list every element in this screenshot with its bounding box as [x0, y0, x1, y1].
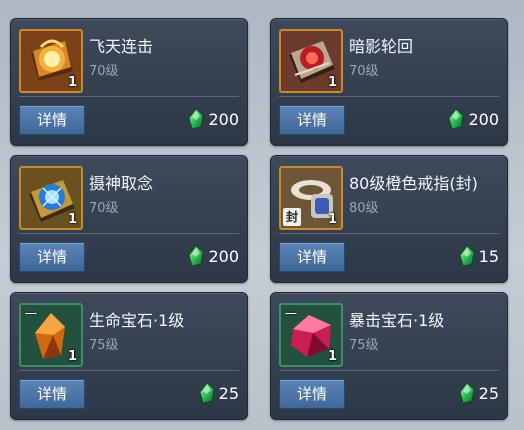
tier-mark: 一	[285, 307, 298, 321]
price-value: 200	[208, 246, 239, 266]
item-level: 75级	[349, 338, 379, 353]
divider	[19, 96, 239, 97]
green-gem-currency-icon	[448, 108, 464, 130]
shop-item-card[interactable]: 1 摄神取念 70级 详情 200	[10, 155, 248, 283]
bound-tag: 封	[283, 208, 301, 226]
item-quantity: 1	[327, 212, 337, 227]
item-level: 70级	[349, 64, 379, 79]
item-name: 摄神取念	[89, 174, 154, 193]
price-value: 25	[478, 383, 499, 403]
item-thumbnail[interactable]: 1	[19, 29, 83, 93]
price-value: 200	[208, 109, 239, 129]
price-value: 25	[218, 383, 239, 403]
green-gem-currency-icon	[199, 382, 215, 404]
price: 25	[198, 381, 239, 405]
divider	[279, 96, 499, 97]
item-level: 80级	[349, 201, 379, 216]
divider	[279, 370, 499, 371]
details-button[interactable]: 详情	[279, 105, 345, 135]
price-value: 15	[478, 246, 499, 266]
details-button[interactable]: 详情	[19, 379, 85, 409]
item-level: 75级	[89, 338, 119, 353]
item-name: 飞天连击	[89, 37, 154, 56]
item-level: 70级	[89, 201, 119, 216]
shop-item-card[interactable]: 一 1 暴击宝石·1级 75级 详情 25	[270, 292, 508, 420]
item-thumbnail[interactable]: 1	[279, 29, 343, 93]
item-quantity: 1	[67, 349, 77, 364]
item-name: 暴击宝石·1级	[349, 311, 445, 330]
green-gem-currency-icon	[459, 245, 475, 267]
price: 15	[458, 244, 499, 268]
shop-item-card[interactable]: 1 暗影轮回 70级 详情 200	[270, 18, 508, 146]
details-button[interactable]: 详情	[19, 105, 85, 135]
divider	[19, 370, 239, 371]
details-button[interactable]: 详情	[279, 242, 345, 272]
item-name: 生命宝石·1级	[89, 311, 185, 330]
tier-mark: 一	[25, 307, 38, 321]
green-gem-currency-icon	[459, 382, 475, 404]
item-name: 80级橙色戒指(封)	[349, 174, 478, 193]
divider	[19, 233, 239, 234]
details-button[interactable]: 详情	[19, 242, 85, 272]
item-thumbnail[interactable]: 1	[19, 166, 83, 230]
item-quantity: 1	[327, 75, 337, 90]
price-value: 200	[468, 109, 499, 129]
green-gem-currency-icon	[188, 245, 204, 267]
item-thumbnail[interactable]: 一 1	[19, 303, 83, 367]
shop-item-card[interactable]: 封 1 80级橙色戒指(封) 80级 详情 15	[270, 155, 508, 283]
price: 200	[447, 107, 499, 131]
item-quantity: 1	[67, 75, 77, 90]
green-gem-currency-icon	[188, 108, 204, 130]
item-level: 70级	[89, 64, 119, 79]
item-quantity: 1	[67, 212, 77, 227]
price: 200	[187, 244, 239, 268]
price: 25	[458, 381, 499, 405]
price: 200	[187, 107, 239, 131]
item-name: 暗影轮回	[349, 37, 414, 56]
divider	[279, 233, 499, 234]
item-quantity: 1	[327, 349, 337, 364]
shop-item-card[interactable]: 1 飞天连击 70级 详情 200	[10, 18, 248, 146]
item-thumbnail[interactable]: 一 1	[279, 303, 343, 367]
details-button[interactable]: 详情	[279, 379, 345, 409]
shop-item-card[interactable]: 一 1 生命宝石·1级 75级 详情 25	[10, 292, 248, 420]
item-thumbnail[interactable]: 封 1	[279, 166, 343, 230]
